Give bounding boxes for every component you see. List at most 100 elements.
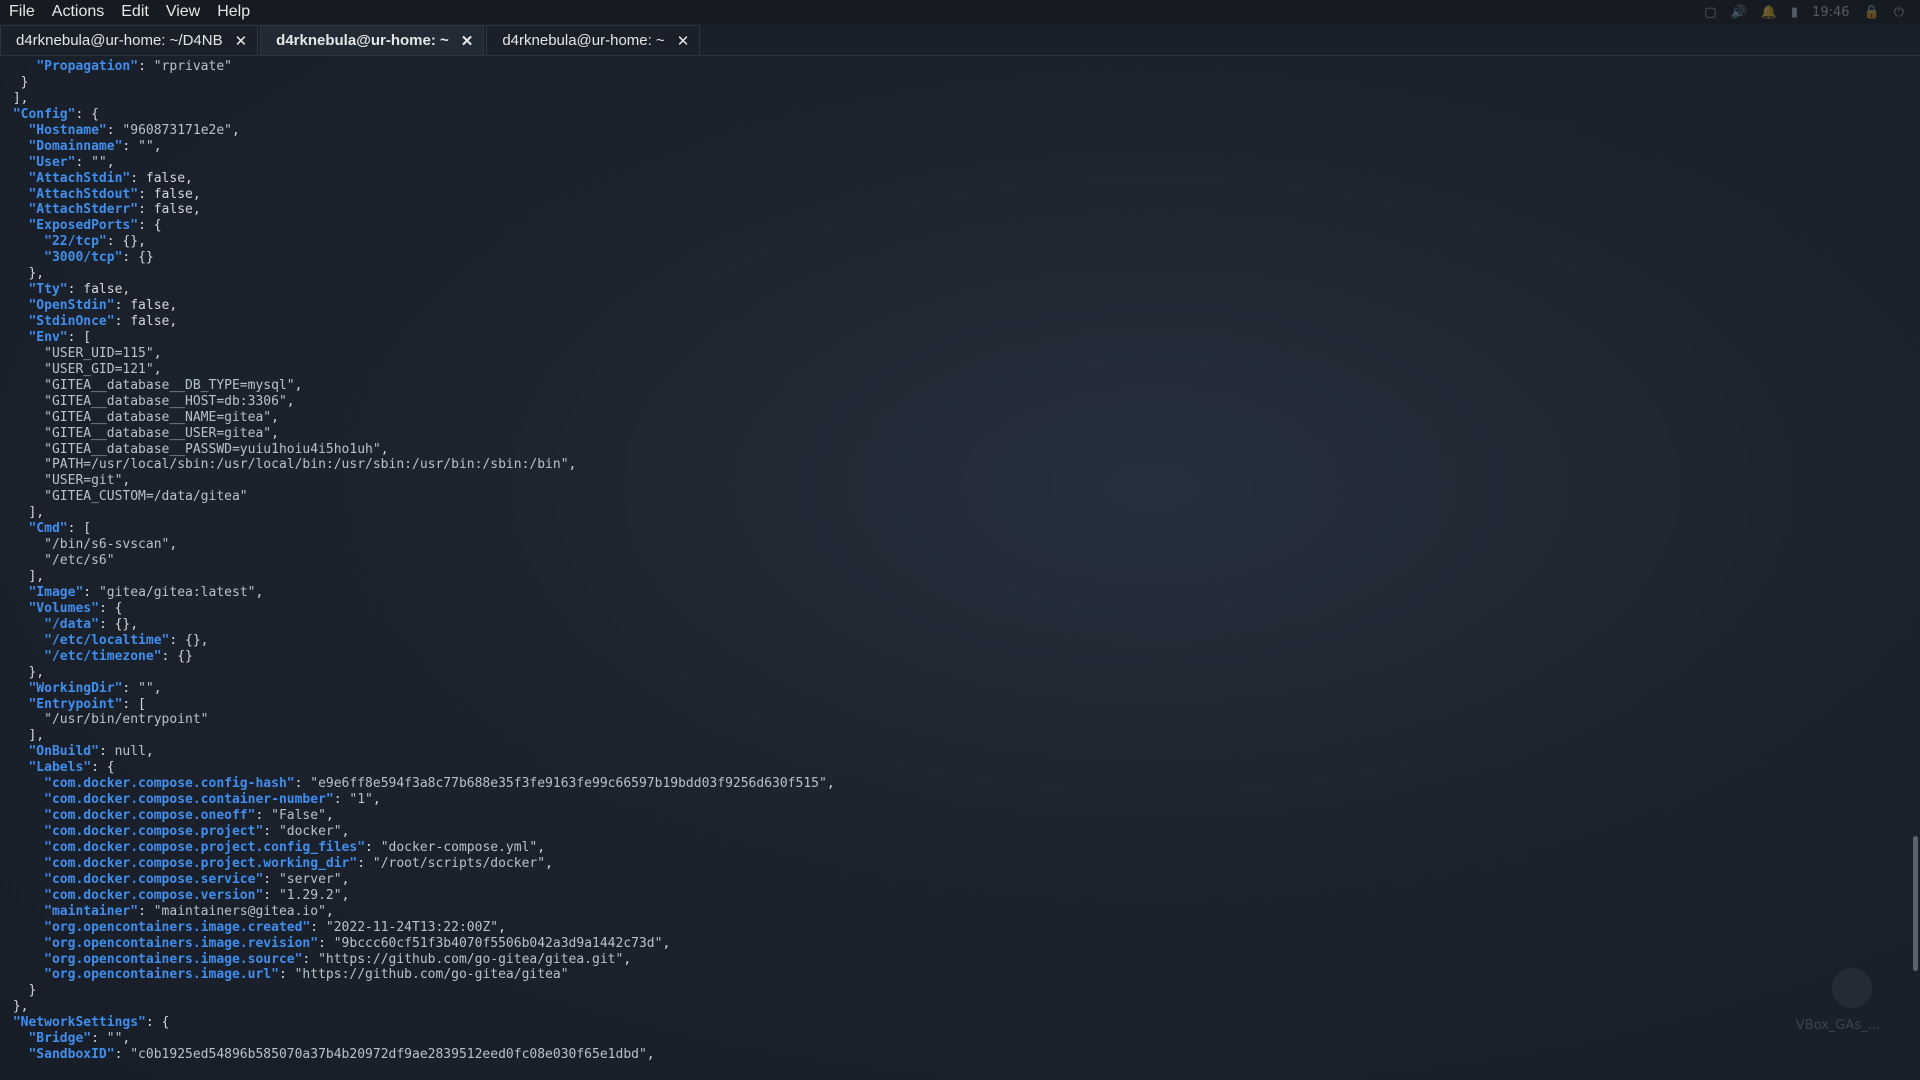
json-punctuation bbox=[5, 585, 28, 600]
tab-home-active[interactable]: d4rknebula@ur-home: ~ ✕ bbox=[260, 25, 485, 55]
json-punctuation: : {}, bbox=[98, 616, 139, 632]
json-punctuation: : { bbox=[138, 218, 162, 234]
json-punctuation: , bbox=[341, 871, 350, 887]
json-punctuation bbox=[5, 473, 44, 488]
json-punctuation: : bbox=[98, 744, 115, 760]
json-punctuation: , bbox=[537, 839, 546, 855]
json-punctuation bbox=[5, 936, 44, 951]
menu-actions[interactable]: Actions bbox=[43, 0, 112, 24]
json-punctuation: , bbox=[153, 345, 162, 361]
volume-icon[interactable]: 🔊 bbox=[1731, 5, 1747, 20]
json-punctuation bbox=[5, 378, 44, 393]
json-punctuation: , bbox=[271, 409, 279, 425]
json-punctuation bbox=[5, 394, 44, 409]
json-punctuation bbox=[5, 744, 28, 759]
json-value: "e9e6ff8e594f3a8c77b688e35f3fe9163fe99c6… bbox=[310, 776, 827, 792]
terminal-line: "Labels": { bbox=[5, 760, 1900, 776]
json-punctuation bbox=[5, 442, 44, 457]
tab-label: d4rknebula@ur-home: ~/D4NB bbox=[16, 32, 223, 49]
json-punctuation bbox=[5, 967, 44, 982]
json-punctuation bbox=[5, 139, 28, 154]
json-value: "server" bbox=[278, 871, 342, 887]
json-punctuation bbox=[5, 155, 28, 170]
tab-label: d4rknebula@ur-home: ~ bbox=[502, 32, 665, 49]
json-key: "com.docker.compose.version" bbox=[44, 887, 264, 903]
json-punctuation bbox=[5, 282, 28, 297]
terminal-scrollbar[interactable] bbox=[1913, 836, 1918, 971]
json-key: "/etc/timezone" bbox=[44, 648, 162, 664]
json-punctuation bbox=[5, 760, 28, 775]
json-punctuation: , bbox=[286, 393, 295, 409]
cd-drive-icon[interactable] bbox=[1832, 968, 1872, 1008]
json-punctuation: , bbox=[153, 680, 162, 696]
terminal-output[interactable]: "Propagation": "rprivate" } ], "Config":… bbox=[5, 59, 1900, 1080]
desktop-icon-label[interactable]: VBox_GAs_... bbox=[1796, 1018, 1880, 1033]
json-punctuation bbox=[5, 250, 44, 265]
json-key: "WorkingDir" bbox=[28, 680, 123, 696]
terminal-line: "Tty": false, bbox=[5, 282, 1900, 298]
json-punctuation: , bbox=[271, 425, 279, 441]
json-punctuation: : bbox=[357, 855, 373, 871]
json-punctuation: : false, bbox=[114, 298, 178, 314]
json-punctuation bbox=[5, 808, 44, 823]
json-key: "com.docker.compose.container-number" bbox=[44, 792, 334, 808]
json-punctuation: : bbox=[106, 122, 123, 138]
json-punctuation bbox=[5, 904, 44, 919]
tab-d4nb[interactable]: d4rknebula@ur-home: ~/D4NB ✕ bbox=[0, 25, 259, 55]
battery-icon[interactable]: ▮ bbox=[1791, 5, 1798, 20]
terminal-line: }, bbox=[5, 266, 1900, 282]
json-punctuation bbox=[5, 489, 44, 504]
json-key: "Bridge" bbox=[28, 1031, 92, 1047]
json-key: "org.opencontainers.image.created" bbox=[44, 919, 311, 935]
json-key: "22/tcp" bbox=[44, 234, 107, 250]
menu-edit[interactable]: Edit bbox=[112, 0, 157, 24]
close-icon[interactable]: ✕ bbox=[235, 32, 248, 50]
json-punctuation: : bbox=[255, 808, 272, 824]
menu-file[interactable]: File bbox=[0, 0, 43, 24]
json-punctuation: , bbox=[646, 1047, 655, 1063]
json-key: "Volumes" bbox=[28, 600, 99, 616]
close-icon[interactable]: ✕ bbox=[677, 32, 690, 50]
json-punctuation: , bbox=[153, 361, 162, 377]
json-punctuation: }, bbox=[5, 664, 45, 680]
notification-bell-icon[interactable]: 🔔 bbox=[1761, 5, 1777, 20]
json-key: "Hostname" bbox=[28, 122, 107, 138]
json-punctuation bbox=[5, 234, 44, 249]
json-value: "1.29.2" bbox=[278, 887, 342, 903]
terminal-line: "22/tcp": {}, bbox=[5, 234, 1900, 250]
terminal-line: "OpenStdin": false, bbox=[5, 298, 1900, 314]
menu-help[interactable]: Help bbox=[208, 0, 258, 24]
json-punctuation: : bbox=[122, 680, 139, 696]
json-punctuation: , bbox=[255, 584, 264, 600]
terminal-line: "USER_UID=115", bbox=[5, 346, 1900, 362]
tab-home[interactable]: d4rknebula@ur-home: ~ ✕ bbox=[486, 25, 701, 55]
json-punctuation: : bbox=[114, 1047, 131, 1063]
terminal-line: "com.docker.compose.version": "1.29.2", bbox=[5, 888, 1900, 904]
json-key: "/data" bbox=[44, 616, 99, 632]
power-icon[interactable]: ⏻ bbox=[1894, 5, 1904, 20]
lock-icon[interactable]: 🔒 bbox=[1864, 5, 1880, 20]
json-punctuation bbox=[5, 649, 44, 664]
terminal-line: "/bin/s6-svscan", bbox=[5, 537, 1900, 553]
clock[interactable]: 19:46 bbox=[1812, 5, 1849, 20]
terminal-line: "3000/tcp": {} bbox=[5, 250, 1900, 266]
json-value: "gitea/gitea:latest" bbox=[98, 584, 256, 600]
close-icon[interactable]: ✕ bbox=[461, 32, 474, 50]
json-value: "" bbox=[138, 680, 154, 696]
json-punctuation: : {}, bbox=[106, 234, 146, 250]
json-punctuation: : [ bbox=[67, 521, 92, 537]
json-punctuation bbox=[5, 171, 28, 186]
terminal-line: "org.opencontainers.image.revision": "9b… bbox=[5, 936, 1900, 952]
window-icon[interactable]: ▢ bbox=[1704, 5, 1716, 20]
terminal-line: "/etc/s6" bbox=[5, 553, 1900, 569]
terminal-line: "org.opencontainers.image.url": "https:/… bbox=[5, 967, 1900, 983]
json-punctuation bbox=[5, 888, 44, 903]
json-punctuation bbox=[5, 920, 44, 935]
system-tray: ▢ 🔊 🔔 ▮ 19:46 🔒 ⏻ bbox=[1704, 0, 1920, 24]
menu-view[interactable]: View bbox=[157, 0, 208, 24]
terminal-line: "Config": { bbox=[5, 107, 1900, 123]
json-punctuation bbox=[5, 712, 44, 727]
json-value: "GITEA__database__HOST=db:3306" bbox=[44, 393, 287, 409]
json-value: "" bbox=[91, 154, 107, 170]
terminal-line: "GITEA_CUSTOM=/data/gitea" bbox=[5, 489, 1900, 505]
